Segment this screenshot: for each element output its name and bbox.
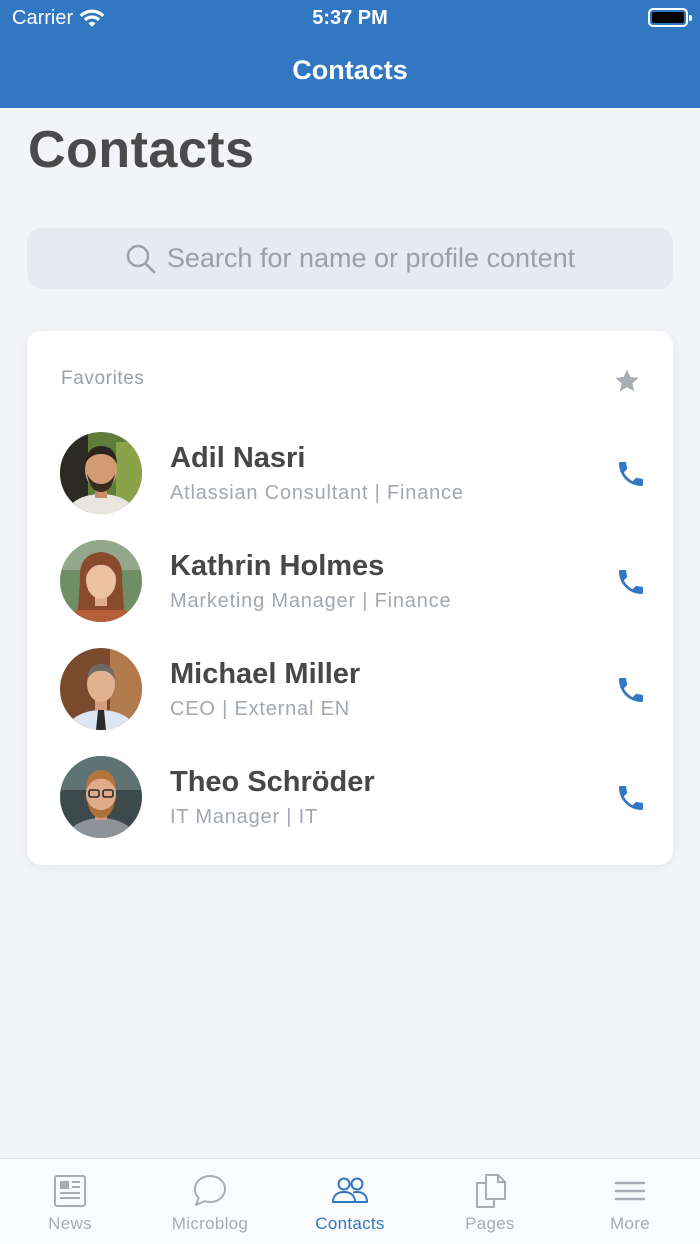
contact-row[interactable]: Adil Nasri Atlassian Consultant | Financ…	[27, 432, 673, 540]
contact-role: CEO | External EN	[170, 698, 350, 720]
tab-label: More	[610, 1214, 650, 1233]
contact-role: Marketing Manager | Finance	[170, 590, 452, 612]
people-icon	[332, 1177, 368, 1203]
avatar	[60, 540, 142, 622]
phone-icon[interactable]	[615, 674, 647, 706]
favorites-heading: Favorites	[61, 368, 145, 389]
contact-name: Michael Miller	[170, 658, 361, 690]
contact-role: IT Manager | IT	[170, 806, 318, 828]
status-bar: Carrier 5:37 PM	[0, 0, 700, 36]
tab-pages[interactable]: Pages	[420, 1159, 560, 1244]
phone-icon[interactable]	[615, 782, 647, 814]
tab-contacts[interactable]: Contacts	[280, 1159, 420, 1244]
star-icon[interactable]	[613, 367, 641, 395]
search-icon	[126, 244, 156, 273]
tab-label: News	[48, 1214, 92, 1233]
contact-row[interactable]: Kathrin Holmes Marketing Manager | Finan…	[27, 540, 673, 648]
status-time: 5:37 PM	[312, 7, 388, 29]
search-placeholder: Search for name or profile content	[166, 243, 576, 273]
phone-icon[interactable]	[615, 458, 647, 490]
phone-icon[interactable]	[615, 566, 647, 598]
tab-label: Pages	[465, 1214, 515, 1233]
contact-row[interactable]: Michael Miller CEO | External EN	[27, 648, 673, 756]
contact-name: Theo Schröder	[170, 766, 375, 798]
contact-name: Kathrin Holmes	[170, 550, 385, 582]
nav-title: Contacts	[292, 55, 408, 85]
avatar	[60, 432, 142, 514]
contact-role: Atlassian Consultant | Finance	[170, 482, 464, 504]
tab-label: Contacts	[315, 1214, 385, 1233]
favorites-card: Favorites Adil Nasri Atlassian Consultan…	[27, 331, 673, 865]
contact-row[interactable]: Theo Schröder IT Manager | IT	[27, 756, 673, 864]
news-icon	[54, 1175, 86, 1207]
tab-news[interactable]: News	[0, 1159, 140, 1244]
contact-name: Adil Nasri	[170, 442, 306, 474]
tab-microblog[interactable]: Microblog	[140, 1159, 280, 1244]
battery-icon	[648, 8, 692, 27]
avatar	[60, 756, 142, 838]
menu-icon	[614, 1181, 646, 1201]
tab-label: Microblog	[171, 1214, 249, 1233]
chat-bubble-icon	[194, 1175, 226, 1206]
tab-more[interactable]: More	[560, 1159, 700, 1244]
avatar	[60, 648, 142, 730]
tab-bar: News Microblog Contacts Pages More	[0, 1158, 700, 1244]
page-title: Contacts	[28, 121, 255, 179]
pages-icon	[476, 1174, 506, 1208]
search-input[interactable]: Search for name or profile content	[27, 228, 673, 289]
navigation-bar: Carrier 5:37 PM Contacts	[0, 0, 700, 108]
